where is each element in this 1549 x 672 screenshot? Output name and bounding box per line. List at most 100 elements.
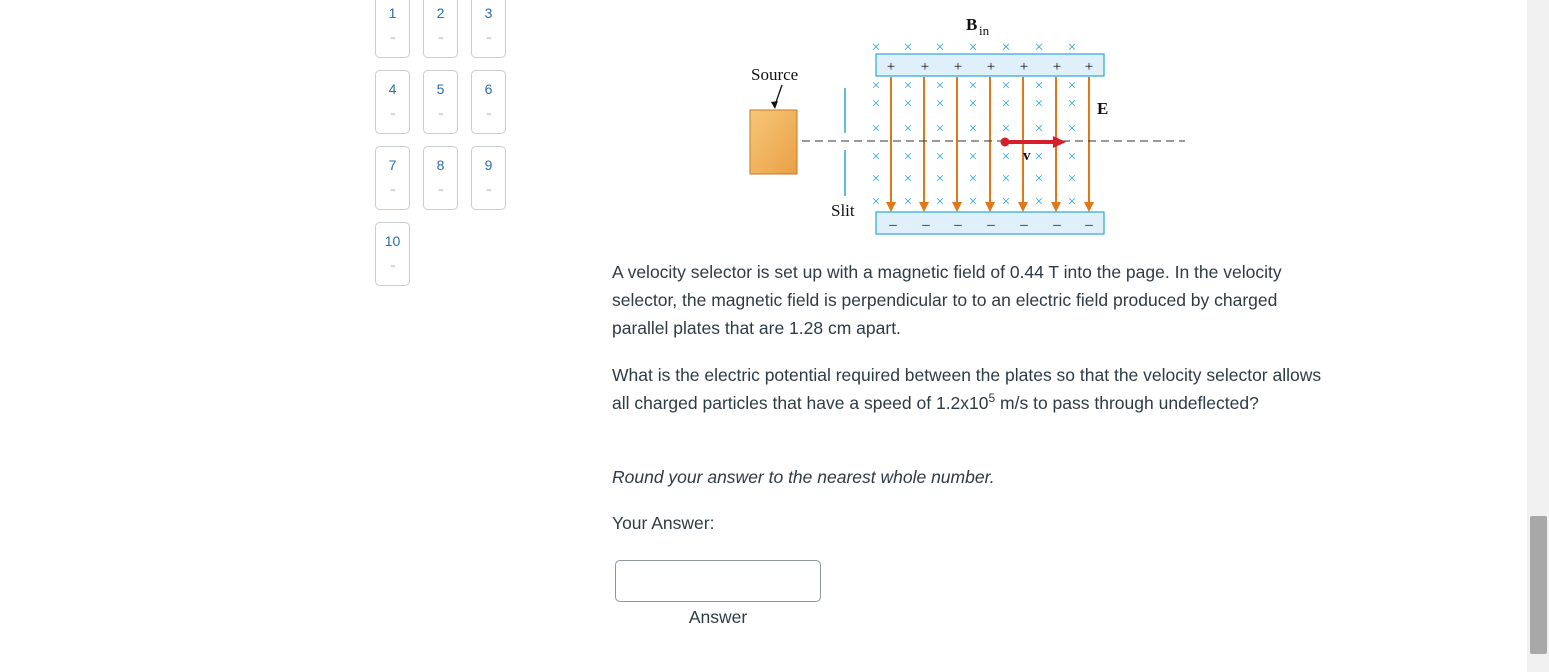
cross-icon: × [904,96,912,112]
question-body: A velocity selector is set up with a mag… [612,258,1332,417]
electric-field-lines [886,77,1094,212]
b-field-subscript: in [979,23,990,38]
question-number: 2 [436,5,445,21]
cross-icon: × [904,149,912,165]
velocity-selector-figure: B in × × × × × × × + + + + + + + – – – – – – – × × × × × × × × × × ×… [745,8,1195,243]
plus-sign: + [1053,59,1061,75]
cross-icon: × [969,171,977,187]
field-line-arrowhead [1084,202,1094,212]
question-number: 6 [484,81,493,97]
answer-caption: Answer [688,607,748,627]
cross-icon: × [872,149,880,165]
cross-icon: × [936,78,944,94]
question-number: 10 [384,233,401,249]
field-line-arrowhead [886,202,896,212]
question-number: 7 [388,157,397,173]
cross-icon: × [1035,149,1043,165]
cross-icon: × [1068,149,1076,165]
minus-sign: – [953,217,962,233]
question-status: -- [390,109,396,120]
field-line-arrowhead [952,202,962,212]
answer-input[interactable] [615,560,821,602]
question-number: 8 [436,157,445,173]
cross-icon: × [1068,194,1076,210]
question-status: -- [390,185,396,196]
field-line-arrowhead [1018,202,1028,212]
plus-sign: + [987,59,995,75]
question-number: 3 [484,5,493,21]
question-nav-button-8[interactable]: 8 -- [423,146,458,210]
plus-sign: + [954,59,962,75]
cross-icon: × [936,194,944,210]
cross-icon: × [969,96,977,112]
question-number: 4 [388,81,397,97]
question-nav-button-6[interactable]: 6 -- [471,70,506,134]
your-answer-label: Your Answer: [612,513,715,533]
cross-icon: × [936,121,944,137]
question-status: -- [486,185,492,196]
cross-icon: × [1002,149,1010,165]
e-field-label: E [1097,99,1108,118]
cross-icon: × [969,78,977,94]
cross-icon: × [1068,96,1076,112]
cross-icon: × [1002,121,1010,137]
question-status: -- [438,33,444,44]
minus-sign: – [888,217,897,233]
question-text-part: m/s to pass through undeflected? [995,393,1259,413]
question-status: -- [438,185,444,196]
cross-icon: × [936,171,944,187]
field-line-arrowhead [985,202,995,212]
field-line-arrowhead [1051,202,1061,212]
question-nav-button-5[interactable]: 5 -- [423,70,458,134]
cross-icon: × [872,96,880,112]
cross-icon: × [969,121,977,137]
minus-sign: – [921,217,930,233]
question-nav-button-2[interactable]: 2 -- [423,0,458,58]
question-number: 9 [484,157,493,173]
scrollbar-track[interactable] [1527,0,1549,672]
question-number: 5 [436,81,445,97]
cross-icon: × [1035,121,1043,137]
cross-icon: × [1002,171,1010,187]
question-nav-button-10[interactable]: 10 -- [375,222,410,286]
charged-particle [1000,137,1010,147]
b-field-label: B [966,15,977,34]
question-nav-button-9[interactable]: 9 -- [471,146,506,210]
cross-icon: × [872,171,880,187]
plus-sign: + [1085,59,1093,75]
velocity-label: v [1023,148,1031,164]
cross-icon: × [872,194,880,210]
question-nav-button-4[interactable]: 4 -- [375,70,410,134]
plus-sign: + [1020,59,1028,75]
cross-icon: × [1068,171,1076,187]
source-pointer-head [771,101,778,109]
cross-icon: × [872,121,880,137]
cross-icon: × [1002,194,1010,210]
minus-sign: – [1052,217,1061,233]
cross-icon: × [904,171,912,187]
cross-icon: × [1002,96,1010,112]
scrollbar-thumb[interactable] [1530,516,1547,654]
cross-icon: × [872,78,880,94]
source-label: Source [751,65,798,84]
cross-icon: × [1035,194,1043,210]
question-nav-button-1[interactable]: 1 -- [375,0,410,58]
cross-icon: × [1068,121,1076,137]
question-nav-button-3[interactable]: 3 -- [471,0,506,58]
velocity-arrow-head [1053,136,1066,148]
question-status: -- [438,109,444,120]
cross-icon: × [969,149,977,165]
question-nav-button-7[interactable]: 7 -- [375,146,410,210]
cross-icon: × [1035,96,1043,112]
field-line-arrowhead [919,202,929,212]
minus-sign: – [986,217,995,233]
plus-sign: + [921,59,929,75]
cross-icon: × [936,149,944,165]
question-paragraph-1: A velocity selector is set up with a mag… [612,262,1282,338]
rounding-instruction: Round your answer to the nearest whole n… [612,467,995,487]
question-status: -- [390,33,396,44]
velocity-selector-diagram: B in × × × × × × × + + + + + + + – – – – – – – × × × × × × × × × × ×… [749,15,1185,235]
cross-icon: × [1035,78,1043,94]
cross-icon: × [904,121,912,137]
minus-sign: – [1084,217,1093,233]
